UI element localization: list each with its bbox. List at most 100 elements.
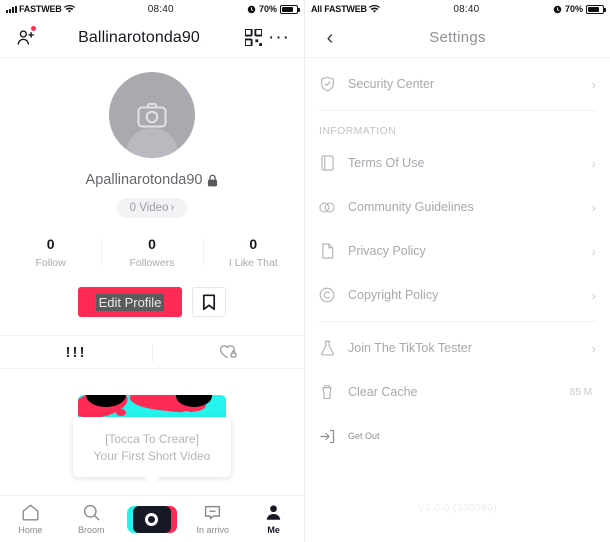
- profile-pane: FASTWEB 08:40 70% Ballinarotonda90 ··· A…: [0, 0, 305, 542]
- status-time: 08:40: [147, 3, 174, 15]
- status-time: 08:40: [453, 3, 480, 15]
- header-spacer: [572, 25, 598, 51]
- settings-row-copyright-policy[interactable]: Copyright Policy ›: [305, 273, 610, 317]
- back-chevron-icon[interactable]: ‹: [317, 25, 343, 51]
- stat-follow[interactable]: 0 Follow: [0, 236, 101, 269]
- person-icon: [266, 505, 281, 520]
- settings-row-label: Clear Cache: [348, 385, 418, 399]
- heart-lock-icon: [219, 345, 237, 359]
- add-user-icon[interactable]: [12, 25, 38, 51]
- settings-title: Settings: [429, 29, 486, 46]
- camera-button-inner: [132, 505, 171, 533]
- avatar-silhouette: [127, 128, 177, 158]
- document-icon: [319, 243, 335, 259]
- alarm-icon: [553, 5, 562, 13]
- battery-percent: 70%: [258, 4, 277, 14]
- settings-pane: All FASTWEB 08:40 70% ‹ Settings Securit…: [305, 0, 610, 542]
- carrier-label: All FASTWEB: [311, 4, 367, 14]
- more-options-icon[interactable]: ···: [266, 25, 292, 51]
- stat-likes[interactable]: 0 I Like That: [202, 236, 304, 269]
- chevron-right-icon: ›: [591, 199, 596, 215]
- section-title-information: INFORMATION: [319, 125, 397, 137]
- camera-record-button[interactable]: [126, 505, 177, 533]
- back-glyph: ‹: [326, 26, 334, 49]
- nav-item-inbox[interactable]: In arrivo: [182, 503, 243, 535]
- stat-value: 0: [46, 236, 55, 252]
- stat-label: I Like That: [228, 257, 278, 269]
- app-version-label: V3.0.0 (300090): [417, 503, 498, 514]
- logout-icon: [319, 428, 335, 444]
- chevron-right-icon: ›: [591, 340, 596, 356]
- stat-label: Followers: [129, 257, 175, 269]
- dual-pane-screenshot: FASTWEB 08:40 70% Ballinarotonda90 ··· A…: [0, 0, 610, 542]
- tooltip-line-2: Your First Short Video: [93, 449, 211, 463]
- settings-row-label: Copyright Policy: [348, 288, 439, 302]
- settings-row-clear-cache[interactable]: Clear Cache 85 M: [305, 370, 610, 414]
- settings-row-label: Get Out: [348, 431, 380, 441]
- tooltip-line-1: [Tocca To Creare]: [105, 432, 199, 446]
- camera-icon: [137, 103, 167, 128]
- edit-profile-button[interactable]: Edit Profile: [78, 287, 182, 317]
- content-tabs: !!!: [0, 335, 304, 369]
- grid-icon: !!!: [65, 343, 87, 361]
- tab-liked[interactable]: [152, 336, 304, 368]
- record-ring-icon: [145, 512, 159, 526]
- stat-value: 0: [249, 236, 258, 252]
- settings-row-privacy-policy[interactable]: Privacy Policy ›: [305, 229, 610, 273]
- qr-code-icon[interactable]: [240, 25, 266, 51]
- stat-followers[interactable]: 0 Followers: [101, 236, 202, 269]
- trash-icon: [319, 384, 335, 400]
- settings-row-label: Community Guidelines: [348, 200, 474, 214]
- alarm-icon: [247, 5, 256, 13]
- nav-item-create[interactable]: [122, 505, 183, 533]
- chevron-right-icon: ›: [170, 202, 175, 214]
- chevron-right-icon: ›: [591, 76, 596, 92]
- stats-row: 0 Follow 0 Followers 0 I Like That: [0, 236, 304, 269]
- flask-icon: [319, 340, 335, 356]
- bookmark-button[interactable]: [192, 287, 226, 317]
- username-label: Apallinarotonda90: [85, 172, 203, 188]
- settings-row-community-guidelines[interactable]: Community Guidelines ›: [305, 185, 610, 229]
- settings-header: ‹ Settings: [305, 18, 610, 58]
- thumb-blob: [116, 409, 126, 416]
- nav-item-me[interactable]: Me: [243, 503, 304, 535]
- settings-row-security-center[interactable]: Security Center ›: [305, 62, 610, 106]
- status-bar-left-group: All FASTWEB: [311, 4, 380, 14]
- cache-size-value: 85 M: [569, 386, 592, 398]
- book-icon: [319, 155, 335, 171]
- wifi-icon: [63, 4, 75, 13]
- bookmark-icon: [202, 293, 216, 310]
- stat-value: 0: [148, 236, 156, 252]
- settings-row-join-tiktok-tester[interactable]: Join The TikTok Tester ›: [305, 326, 610, 370]
- tab-posts[interactable]: !!!: [0, 336, 152, 368]
- chevron-right-icon: ›: [591, 287, 596, 303]
- settings-row-terms-of-use[interactable]: Terms Of Use ›: [305, 141, 610, 185]
- carrier-label: FASTWEB: [19, 4, 62, 14]
- inbox-icon: [205, 505, 221, 520]
- divider: [319, 110, 596, 111]
- status-bar-right-group: 70%: [553, 4, 606, 14]
- edit-profile-label: Edit Profile: [95, 293, 165, 311]
- profile-section: Apallinarotonda90 0 Video › 0 Follow 0 F…: [0, 58, 304, 317]
- settings-row-label: Join The TikTok Tester: [348, 341, 472, 355]
- nav-label: Me: [267, 525, 280, 535]
- copyright-icon: [319, 287, 335, 303]
- create-first-video-area: [Tocca To Creare] Your First Short Video: [0, 395, 304, 477]
- battery-icon: [586, 4, 606, 14]
- chevron-right-icon: ›: [591, 155, 596, 171]
- nav-label: In arrivo: [196, 525, 230, 535]
- status-bar-right: All FASTWEB 08:40 70%: [305, 0, 610, 18]
- profile-header: Ballinarotonda90 ···: [0, 18, 304, 58]
- battery-icon: [280, 4, 300, 14]
- nav-label: Broom: [77, 525, 105, 535]
- nav-item-home[interactable]: Home: [0, 503, 61, 535]
- settings-row-label: Security Center: [348, 77, 435, 91]
- settings-row-get-out[interactable]: Get Out: [305, 414, 610, 458]
- page-title: Ballinarotonda90: [78, 28, 200, 46]
- signal-bars-icon: [6, 5, 17, 13]
- username-row: Apallinarotonda90: [0, 172, 304, 188]
- wifi-icon: [368, 4, 380, 13]
- avatar[interactable]: [109, 72, 195, 158]
- video-count-pill[interactable]: 0 Video ›: [116, 198, 188, 218]
- nav-item-search[interactable]: Broom: [61, 503, 122, 535]
